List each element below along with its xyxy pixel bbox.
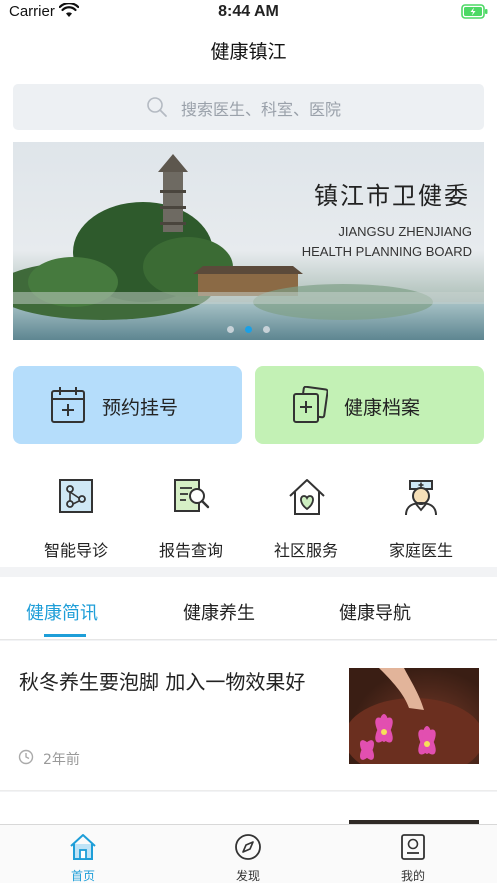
page-title: 健康镇江 (210, 41, 287, 63)
tabbar-label: 发现 (235, 869, 260, 883)
appointment-label: 预约挂号 (102, 397, 179, 419)
tabbar-discover[interactable]: 发现 (188, 825, 308, 883)
carousel-dot[interactable] (226, 326, 234, 333)
home-icon (70, 834, 96, 860)
tabbar-label: 首页 (70, 869, 95, 883)
banner-subtitle-line1: JIANGSU ZHENJIANG (338, 224, 472, 239)
tab-health-navigation[interactable]: 健康导航 (339, 599, 411, 625)
carousel-dot-active[interactable] (245, 326, 252, 333)
navigation-bar: 健康镇江 (0, 26, 497, 72)
health-record-label: 健康档案 (344, 397, 421, 419)
lotus-footbath-image (349, 668, 479, 764)
carousel-pagination[interactable] (13, 318, 484, 337)
tabbar-home[interactable]: 首页 (23, 825, 143, 883)
tab-health-wellness[interactable]: 健康养生 (183, 599, 255, 625)
news-thumbnail (349, 668, 479, 764)
banner-carousel[interactable]: 镇江市卫健委 JIANGSU ZHENJIANG HEALTH PLANNING… (13, 142, 484, 340)
tabbar-profile[interactable]: 我的 (353, 825, 473, 883)
bottom-tab-bar: 首页 发现 我的 (0, 824, 497, 883)
tab-health-news[interactable]: 健康简讯 (26, 599, 98, 625)
report-search-icon (174, 479, 210, 512)
calendar-add-icon (51, 387, 85, 423)
status-time: 8:44 AM (218, 3, 279, 20)
health-record-button[interactable]: 健康档案 (255, 366, 484, 444)
smart-guide-icon (59, 479, 93, 513)
banner-landscape-image (13, 154, 484, 340)
active-tab-indicator (44, 634, 86, 637)
quick-link-family-doctor[interactable]: 家庭医生 (361, 477, 481, 567)
health-record-icon (293, 386, 328, 423)
search-icon (147, 97, 167, 117)
home-content: 搜索医生、科室、医院 镇江市卫健委 JIANGSU ZHENJIANG HEAL… (0, 72, 497, 567)
news-timestamp: 2年前 (43, 752, 80, 768)
appointment-button[interactable]: 预约挂号 (13, 366, 242, 444)
profile-icon (401, 834, 425, 860)
carousel-dot[interactable] (263, 326, 271, 333)
quick-link-label: 社区服务 (273, 541, 338, 560)
compass-icon (235, 834, 261, 860)
nurse-doctor-icon (405, 480, 437, 516)
quick-link-label: 报告查询 (158, 541, 223, 560)
search-input[interactable]: 搜索医生、科室、医院 (13, 84, 484, 130)
quick-link-label: 智能导诊 (43, 541, 108, 560)
banner-subtitle-line2: HEALTH PLANNING BOARD (301, 244, 472, 259)
status-bar: Carrier 8:44 AM (0, 0, 497, 26)
search-placeholder: 搜索医生、科室、医院 (181, 100, 342, 119)
news-tabs: 健康简讯 健康养生 健康导航 (0, 577, 497, 640)
quick-link-label: 家庭医生 (388, 541, 453, 560)
tabbar-label: 我的 (400, 869, 425, 883)
clock-icon (18, 749, 34, 765)
quick-link-community-service[interactable]: 社区服务 (246, 477, 366, 567)
quick-link-report-search[interactable]: 报告查询 (131, 477, 251, 567)
banner-title: 镇江市卫健委 (314, 182, 470, 210)
quick-link-smart-guide[interactable]: 智能导诊 (16, 477, 136, 567)
community-heart-icon (289, 479, 325, 515)
news-list-item[interactable] (0, 792, 497, 824)
news-title: 秋冬养生要泡脚 加入一物效果好 (19, 670, 306, 694)
news-list-item[interactable]: 秋冬养生要泡脚 加入一物效果好 2年前 (0, 641, 497, 791)
battery-icon (461, 4, 488, 19)
